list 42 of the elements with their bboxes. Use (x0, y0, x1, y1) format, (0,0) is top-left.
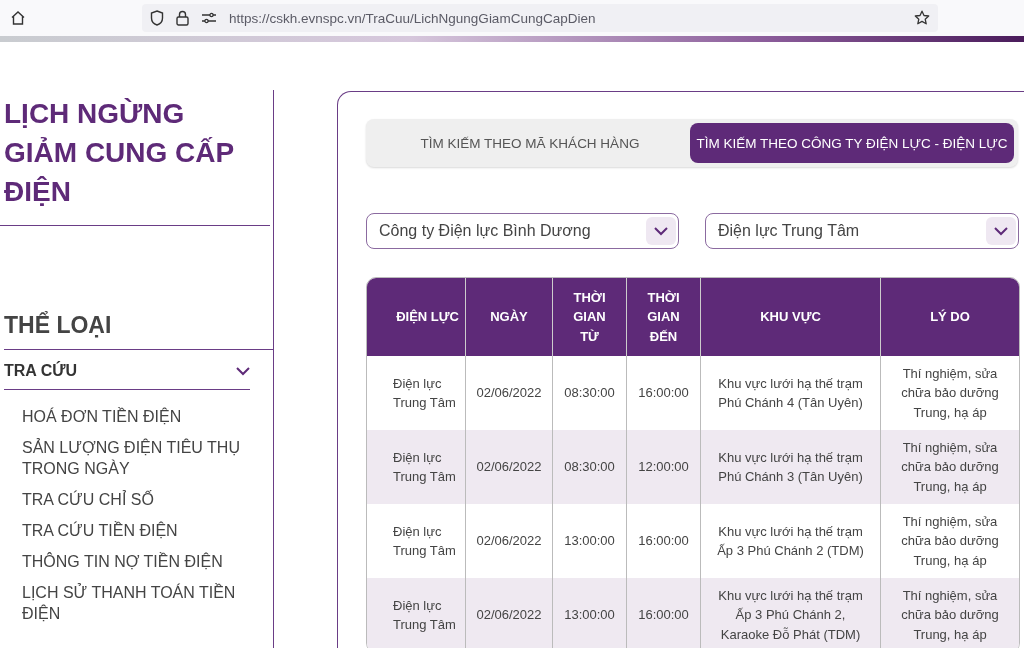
column-header: KHU VỰC (700, 278, 880, 356)
table-cell: 13:00:00 (552, 578, 626, 648)
sidebar-link[interactable]: HOÁ ĐƠN TIỀN ĐIỆN (22, 406, 252, 427)
table-cell-text: Điện lực Trung Tâm (392, 522, 457, 560)
sidebar-link[interactable]: LỊCH SỬ THANH TOÁN TIỀN ĐIỆN (22, 582, 252, 624)
column-header: NGÀY (465, 278, 552, 356)
chevron-icon (236, 366, 250, 376)
column-header: THỜI GIAN ĐẾN (626, 278, 700, 356)
search-tab[interactable]: TÌM KIẾM THEO MÃ KHÁCH HÀNG (370, 123, 690, 163)
dropdown-select[interactable]: Điện lực Trung Tâm (705, 213, 1019, 249)
sliders-icon (201, 11, 217, 25)
shield-icon (150, 10, 164, 26)
search-tab[interactable]: TÌM KIẾM THEO CÔNG TY ĐIỆN LỰC - ĐIỆN LỰC (690, 123, 1014, 163)
table-cell: Điện lực Trung Tâm (367, 578, 465, 648)
column-header: LÝ DO (880, 278, 1019, 356)
address-bar[interactable]: https://cskh.evnspc.vn/TraCuu/LichNgungGiamCungCapDien (142, 4, 938, 32)
url-text: https://cskh.evnspc.vn/TraCuu/LichNgungGiamCungCapDien (229, 10, 597, 26)
star-icon[interactable] (914, 10, 930, 26)
table-cell: 02/06/2022 (465, 430, 552, 504)
table-cell: Điện lực Trung Tâm (367, 430, 465, 504)
category-heading: THỂ LOẠI (4, 312, 273, 350)
table-cell: 16:00:00 (626, 578, 700, 648)
table-cell: 12:00:00 (626, 430, 700, 504)
lock-icon (176, 10, 189, 26)
column-header: THỜI GIAN TỪ (552, 278, 626, 356)
table-cell: 02/06/2022 (465, 578, 552, 648)
dropdown-select[interactable]: Công ty Điện lực Bình Dương (366, 213, 679, 249)
sidebar-link[interactable]: TRA CỨU CHỈ SỐ (22, 489, 252, 510)
category-group-toggle[interactable]: TRA CỨU (4, 350, 250, 390)
table-cell: Khu vực lưới hạ thế trạm Ấp 3 Phú Chánh 2, Karaoke Đỗ Phát (TDM) (700, 578, 880, 648)
caret-icon (654, 226, 668, 236)
table-cell: 08:30:00 (552, 430, 626, 504)
sidebar-link[interactable]: TRA CỨU TIỀN ĐIỆN (22, 520, 252, 541)
table-cell-text: Điện lực Trung Tâm (392, 374, 457, 412)
sidebar-link[interactable]: SẢN LƯỢNG ĐIỆN TIÊU THỤ TRONG NGÀY (22, 437, 252, 479)
sidebar-link[interactable]: THÔNG TIN NỢ TIỀN ĐIỆN (22, 551, 252, 572)
table-cell: Thí nghiệm, sửa chữa bảo dưỡng Trung, hạ áp (880, 430, 1019, 504)
table-cell: Thí nghiệm, sửa chữa bảo dưỡng Trung, hạ áp (880, 578, 1019, 648)
table-cell: Khu vực lưới hạ thế trạm Phú Chánh 3 (Tân Uyên) (700, 430, 880, 504)
page-title: LỊCH NGỪNG GIẢM CUNG CẤP ĐIỆN (0, 90, 270, 226)
caret-icon (994, 226, 1008, 236)
column-header: ĐIỆN LỰC (367, 278, 465, 356)
